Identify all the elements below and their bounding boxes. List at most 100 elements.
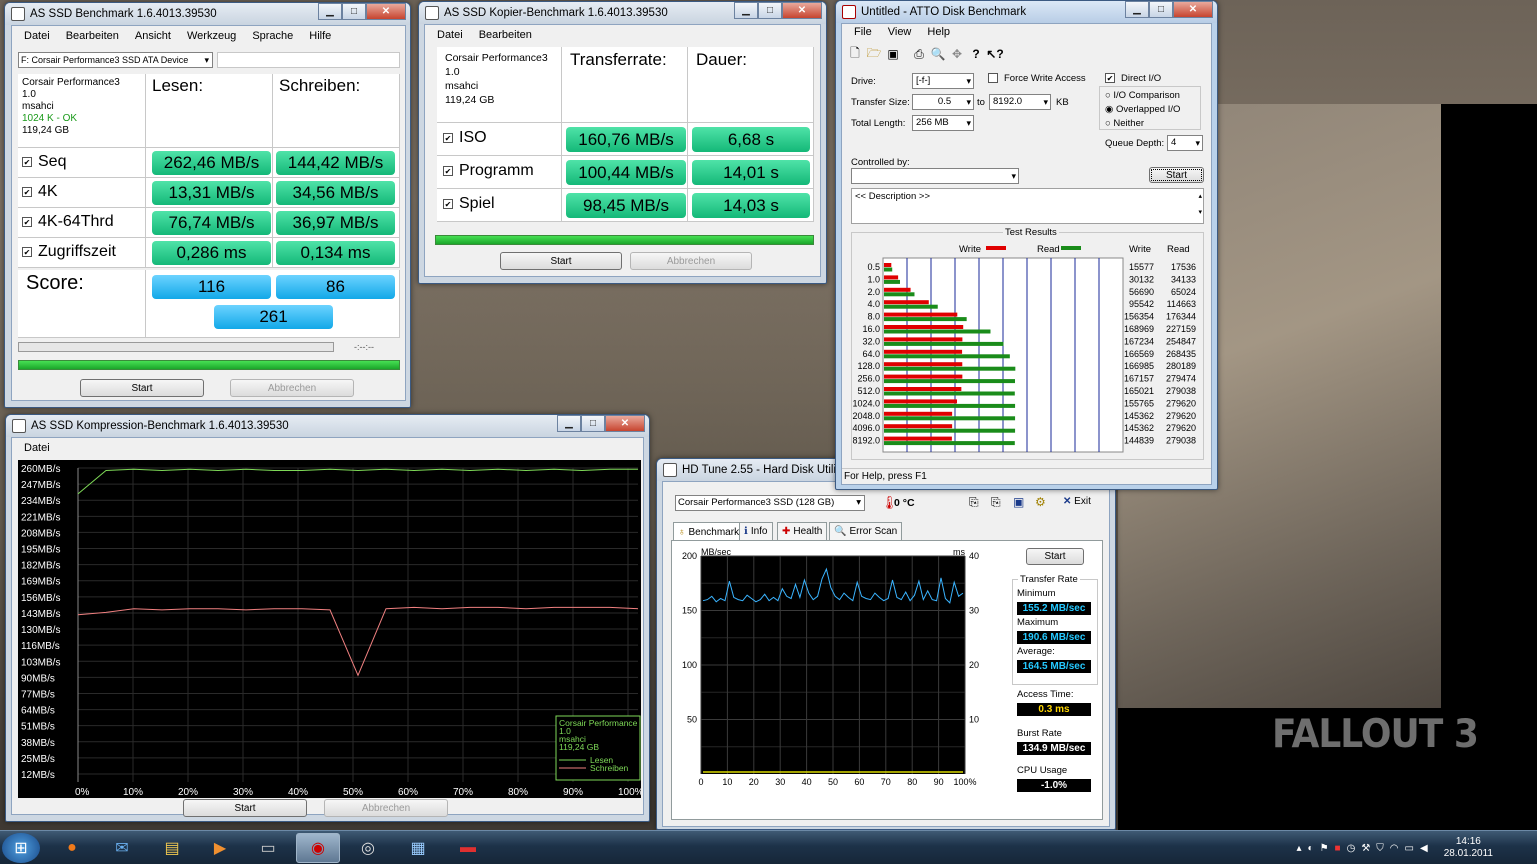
menu-bearbeiten[interactable]: Bearbeiten [58, 30, 127, 42]
start-button[interactable]: Start [80, 379, 204, 397]
new-icon[interactable]: 🗋 [846, 44, 864, 65]
thunderbird-taskbar-button[interactable]: ✉ [100, 833, 144, 863]
menu-ansicht[interactable]: Ansicht [127, 30, 179, 42]
tray-display-icon[interactable]: ▭ [1405, 843, 1414, 854]
drive-select[interactable]: [-f-] [912, 73, 974, 89]
explorer-taskbar-button[interactable]: ▤ [150, 833, 194, 863]
menu-view[interactable]: View [880, 26, 920, 38]
clock-date[interactable]: 28.01.2011 [1444, 848, 1493, 860]
copy-all-icon[interactable]: ⎘ [991, 495, 1001, 510]
firefox-taskbar-button[interactable]: ● [50, 833, 94, 863]
open-icon[interactable]: 🗁 [865, 44, 883, 65]
queue-depth-select[interactable]: 4 [1167, 135, 1203, 151]
as-ssd-window[interactable]: AS SSD Benchmark 1.6.4013.39530 ▁ □ ✕ Da… [4, 2, 411, 408]
row-checkbox[interactable]: ✔ [22, 156, 32, 167]
menu-datei[interactable]: Datei [429, 29, 471, 41]
menu-sprache[interactable]: Sprache [244, 30, 301, 42]
minimize-button[interactable]: ▁ [318, 3, 342, 20]
save-icon[interactable]: ▣ [1013, 495, 1024, 509]
abort-button[interactable]: Abbrechen [230, 379, 354, 397]
hdtune-window[interactable]: HD Tune 2.55 - Hard Disk Utility Corsair… [656, 458, 1116, 830]
minimize-button[interactable]: ▁ [1125, 1, 1149, 18]
tab-info[interactable]: ℹ Info [739, 522, 773, 540]
options-icon[interactable]: ⚙ [1035, 495, 1046, 509]
start-button[interactable]: Start [500, 252, 622, 270]
abort-button[interactable]: Abbrechen [630, 252, 752, 270]
tray-tool-icon[interactable]: ⚒ [1361, 843, 1370, 854]
tab-error-scan[interactable]: 🔍 Error Scan [829, 522, 903, 540]
tray-shield-icon[interactable]: ⛉ [1376, 843, 1384, 854]
io-comparison-radio[interactable]: ○ I/O Comparison [1105, 90, 1180, 101]
tray-clock-icon[interactable]: ◷ [1347, 843, 1356, 854]
menu-help[interactable]: Help [919, 26, 958, 38]
close-button[interactable]: ✕ [1173, 1, 1213, 18]
row-checkbox[interactable]: ✔ [443, 198, 453, 209]
atto-taskbar-button[interactable]: ◉ [296, 833, 340, 863]
drive-select[interactable]: F: Corsair Performance3 SSD ATA Device ▾ [18, 52, 213, 68]
copy-info-icon[interactable]: ⎘ [969, 495, 979, 510]
drive-filter-input[interactable] [217, 52, 400, 68]
start-orb-button[interactable]: ⊞ [2, 833, 40, 863]
compression-window[interactable]: AS SSD Kompression-Benchmark 1.6.4013.39… [5, 414, 650, 822]
atto-window[interactable]: Untitled - ATTO Disk Benchmark ▁ □ ✕ Fil… [835, 0, 1218, 490]
transfer-to-select[interactable]: 8192.0 [989, 94, 1051, 110]
drive-select[interactable]: Corsair Performance3 SSD (128 GB) ▾ [675, 495, 865, 511]
as-ssd-taskbar-button[interactable]: ▦ [396, 833, 440, 863]
tray-ati-icon[interactable]: ■ [1335, 843, 1341, 854]
clock-time[interactable]: 14:16 [1444, 836, 1493, 848]
scrollbar[interactable]: ▴ ▾ [1198, 189, 1202, 221]
row-checkbox[interactable]: ✔ [22, 216, 32, 227]
description-box[interactable]: << Description >> ▴ ▾ [851, 188, 1204, 224]
menu-bearbeiten[interactable]: Bearbeiten [471, 29, 540, 41]
save-icon[interactable]: ▣ [884, 47, 902, 61]
close-button[interactable]: ✕ [782, 2, 822, 19]
drive-taskbar-button[interactable]: ▭ [246, 833, 290, 863]
maximize-button[interactable]: □ [342, 3, 366, 20]
start-button[interactable]: Start [183, 799, 307, 817]
move-icon[interactable]: ✥ [948, 47, 966, 61]
row-checkbox[interactable]: ✔ [443, 132, 453, 143]
media-player-taskbar-button[interactable]: ▶ [198, 833, 242, 863]
print-icon[interactable]: ⎙ [910, 47, 928, 62]
menu-hilfe[interactable]: Hilfe [301, 30, 339, 42]
context-help-icon[interactable]: ↖? [986, 47, 1004, 61]
row-label-0[interactable]: ✔ Seq [18, 148, 146, 178]
close-button[interactable]: ✕ [366, 3, 406, 20]
print-preview-icon[interactable]: 🔍 [929, 47, 947, 61]
tray-wifi-icon[interactable]: ◠ [1390, 843, 1399, 854]
overlapped-io-radio[interactable]: ◉ Overlapped I/O [1105, 104, 1180, 115]
tray-expand-icon[interactable]: ▴ [1297, 843, 1302, 854]
copy-row-label-0[interactable]: ✔ ISO [437, 123, 562, 156]
neither-radio[interactable]: ○ Neither [1105, 118, 1144, 129]
total-length-select[interactable]: 256 MB [912, 115, 974, 131]
tray-volume-icon[interactable]: ◀ [1420, 843, 1428, 854]
row-checkbox[interactable]: ✔ [443, 165, 453, 176]
copy-row-label-1[interactable]: ✔ Programm [437, 156, 562, 189]
menu-datei[interactable]: Datei [16, 442, 58, 454]
menu-datei[interactable]: Datei [16, 30, 58, 42]
maximize-button[interactable]: □ [758, 2, 782, 19]
compression-titlebar[interactable]: AS SSD Kompression-Benchmark 1.6.4013.39… [6, 415, 649, 437]
start-button[interactable]: Start [1026, 548, 1084, 565]
tab-benchmark[interactable]: ♁ Benchmark [673, 522, 745, 541]
direct-io-checkbox[interactable]: ✔ Direct I/O [1105, 73, 1161, 84]
hdtune-taskbar-button[interactable]: ◎ [346, 833, 390, 863]
minimize-button[interactable]: ▁ [734, 2, 758, 19]
menu-file[interactable]: File [846, 26, 880, 38]
row-checkbox[interactable]: ✔ [22, 246, 32, 257]
start-button[interactable]: Start [1149, 167, 1204, 183]
row-label-2[interactable]: ✔ 4K-64Thrd [18, 208, 146, 238]
help-icon[interactable]: ? [967, 47, 985, 61]
row-label-1[interactable]: ✔ 4K [18, 178, 146, 208]
exit-button[interactable]: ✕ Exit [1063, 496, 1091, 507]
tray-network-icon[interactable]: ◐ [1308, 843, 1314, 854]
menu-werkzeug[interactable]: Werkzeug [179, 30, 244, 42]
transfer-from-select[interactable]: 0.5 [912, 94, 974, 110]
maximize-button[interactable]: □ [1149, 1, 1173, 18]
copy-row-label-2[interactable]: ✔ Spiel [437, 189, 562, 222]
close-button[interactable]: ✕ [605, 415, 645, 432]
tray-flag-icon[interactable]: ⚑ [1320, 843, 1329, 854]
tab-health[interactable]: ✚ Health [777, 522, 828, 540]
row-label-3[interactable]: ✔ Zugriffszeit [18, 238, 146, 268]
force-write-checkbox[interactable]: Force Write Access [988, 73, 1086, 84]
